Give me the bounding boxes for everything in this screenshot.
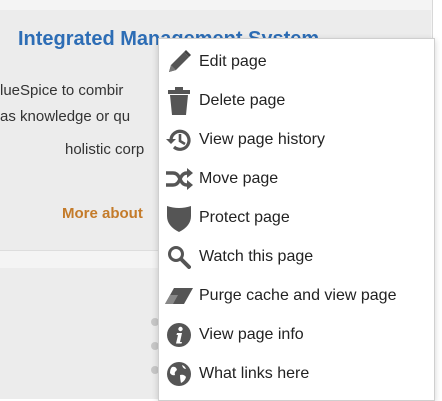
info-icon — [159, 315, 199, 354]
menu-item-label: Purge cache and view page — [199, 286, 397, 304]
card-text-line: as knowledge or qu — [0, 108, 131, 125]
shield-icon — [159, 198, 199, 237]
menu-item-label: Move page — [199, 169, 279, 187]
trash-icon — [159, 81, 199, 120]
card-text-line: lueSpice to combir — [0, 82, 124, 99]
menu-item-label: What links here — [199, 364, 310, 382]
page-actions-menu: Edit page Delete page View page history — [158, 38, 435, 401]
menu-item-label: View page history — [199, 130, 325, 148]
menu-item-watch-page[interactable]: Watch this page — [159, 237, 434, 276]
menu-item-label: View page info — [199, 325, 304, 343]
globe-icon — [159, 354, 199, 393]
pencil-icon — [159, 42, 199, 81]
move-icon — [159, 159, 199, 198]
menu-item-delete-page[interactable]: Delete page — [159, 81, 434, 120]
menu-item-view-history[interactable]: View page history — [159, 120, 434, 159]
menu-item-what-links-here[interactable]: What links here — [159, 354, 434, 393]
search-icon — [159, 237, 199, 276]
menu-item-edit-page[interactable]: Edit page — [159, 42, 434, 81]
menu-item-purge-cache[interactable]: Purge cache and view page — [159, 276, 434, 315]
menu-item-protect-page[interactable]: Protect page — [159, 198, 434, 237]
menu-item-move-page[interactable]: Move page — [159, 159, 434, 198]
menu-item-label: Edit page — [199, 52, 267, 70]
menu-item-label: Watch this page — [199, 247, 314, 265]
menu-item-label: Delete page — [199, 91, 286, 109]
menu-item-page-info[interactable]: View page info — [159, 315, 434, 354]
eraser-icon — [159, 276, 199, 315]
card-text-line: holistic corp — [65, 141, 145, 158]
menu-item-label: Protect page — [199, 208, 290, 226]
history-icon — [159, 120, 199, 159]
more-about-link[interactable]: More about — [62, 205, 143, 222]
